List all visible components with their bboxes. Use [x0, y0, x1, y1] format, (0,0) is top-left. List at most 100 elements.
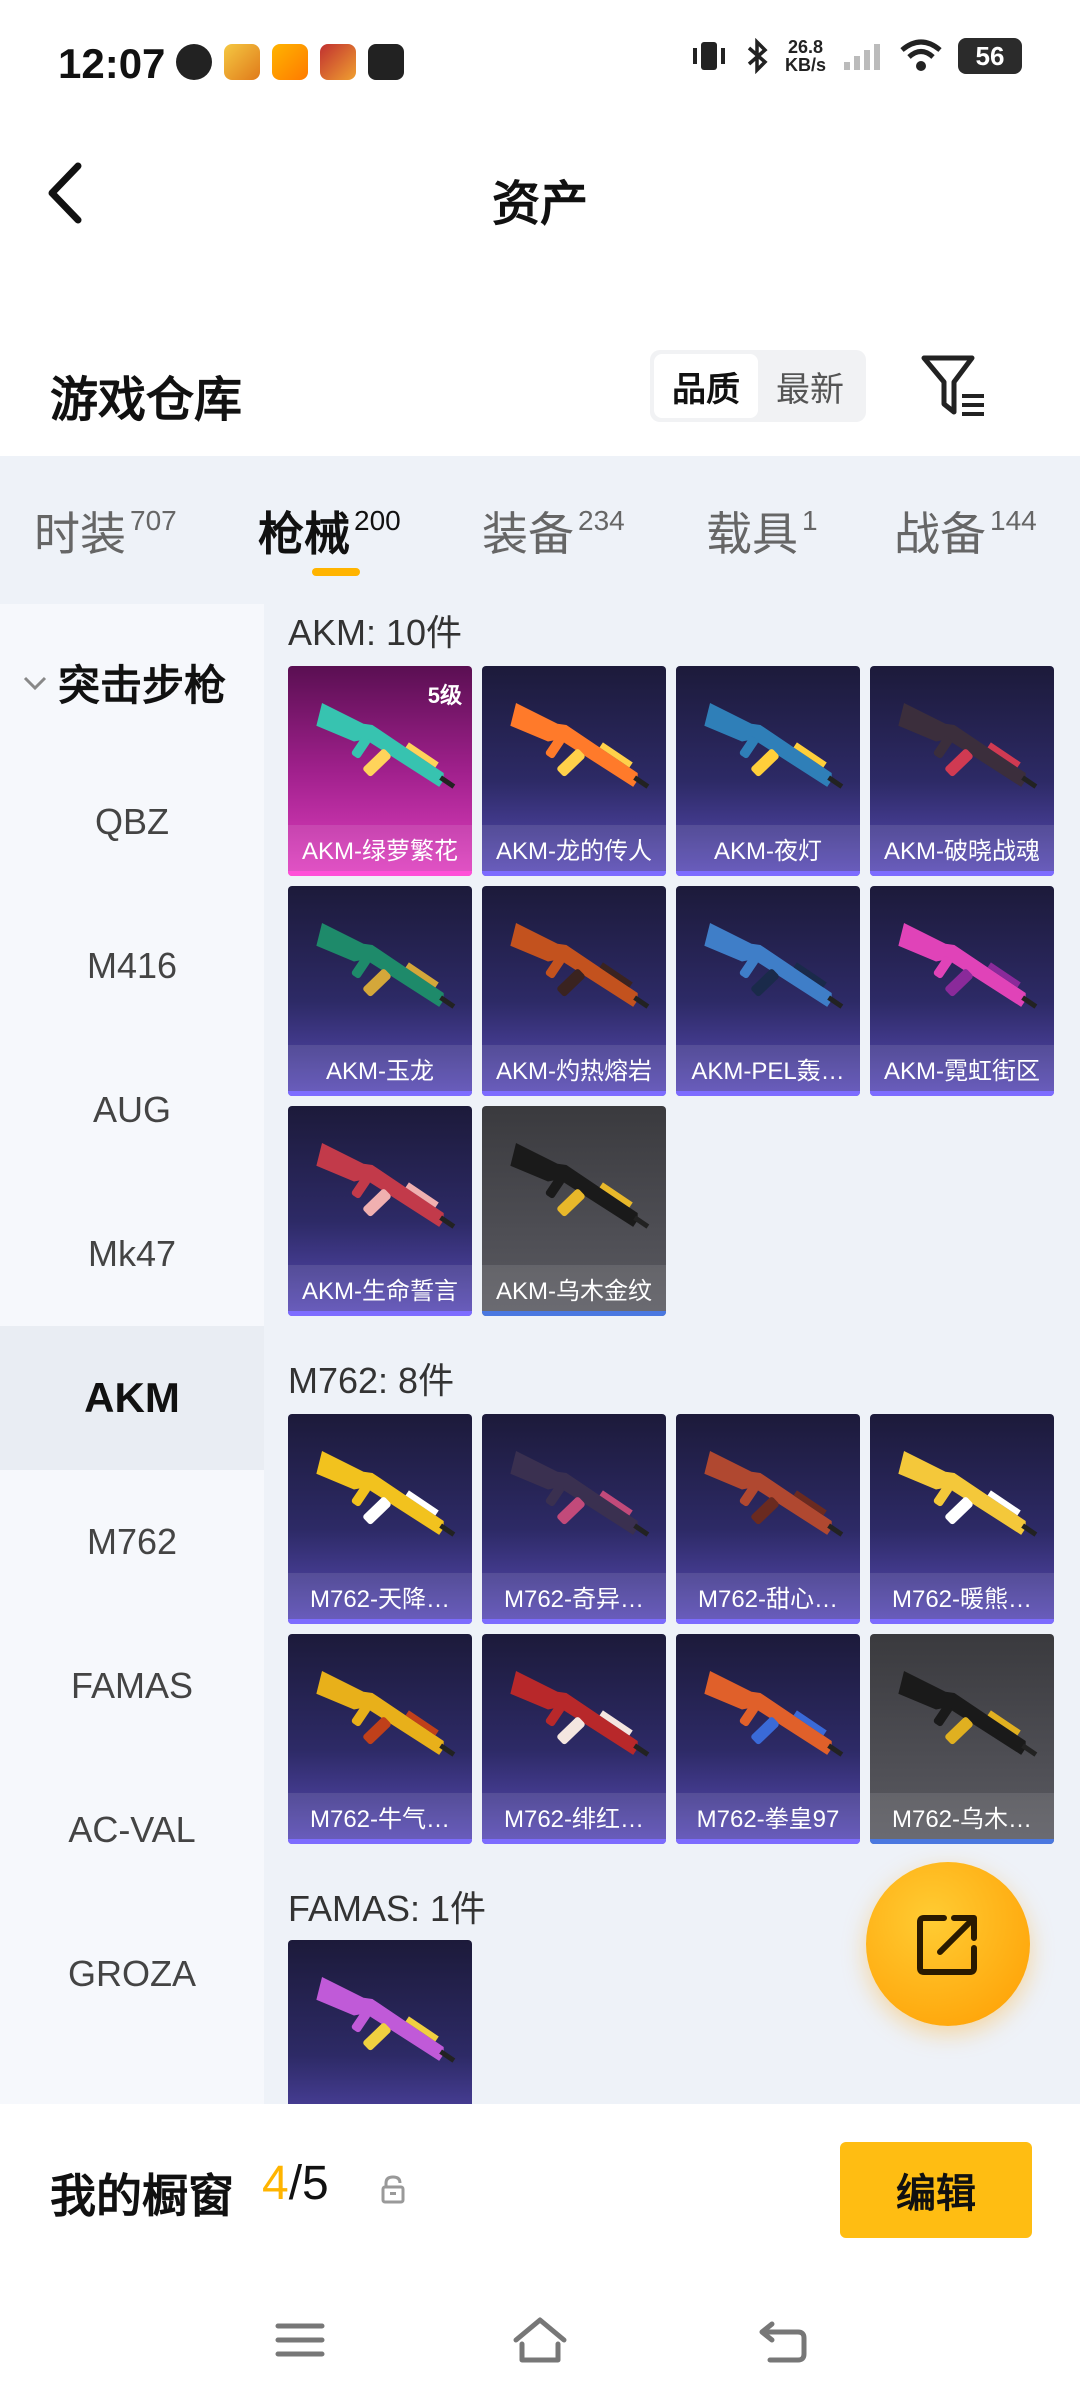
network-speed: 26.8 KB/s: [784, 37, 826, 75]
weapon-skin-card[interactable]: M762-天降…: [288, 1414, 472, 1624]
group-title: FAMAS: 1件: [288, 1888, 487, 1929]
sidebar-item-famas[interactable]: FAMAS: [0, 1614, 264, 1758]
weapon-skin-image: [898, 703, 1038, 789]
weapon-skin-card[interactable]: [288, 1940, 472, 2104]
status-bar: 12:07 26.8 KB/s 56: [0, 0, 1080, 110]
tab-supplies[interactable]: 战备 144: [894, 498, 1037, 564]
game-app-icon: [272, 44, 308, 80]
weapon-skin-card[interactable]: AKM-破晓战魂: [870, 666, 1054, 876]
skin-name-label: AKM-玉龙: [288, 1045, 472, 1091]
weapon-skin-image: [316, 1451, 456, 1537]
skin-name-label: AKM-破晓战魂: [870, 825, 1054, 871]
page-title: 资产: [491, 178, 588, 231]
weapon-skin-card[interactable]: M762-拳皇97: [676, 1634, 860, 1844]
weapon-skin-card[interactable]: M762-绯红…: [482, 1634, 666, 1844]
weapon-skin-image: [704, 1451, 844, 1537]
weapon-skin-card[interactable]: M762-暖熊…: [870, 1414, 1054, 1624]
tab-fashion[interactable]: 时装 707: [34, 498, 177, 564]
share-button[interactable]: [866, 1862, 1030, 2026]
weapon-skin-card[interactable]: AKM-灼热熔岩: [482, 886, 666, 1096]
weapon-type-sidebar: 突击步枪 QBZ M416 AUG Mk47 AKM M762 FAMAS AC…: [0, 604, 264, 2104]
skin-name-label: AKM-乌木金纹: [482, 1265, 666, 1311]
sidebar-item-m762[interactable]: M762: [0, 1470, 264, 1614]
weapon-skin-image: [704, 703, 844, 789]
lock-icon: [381, 2175, 405, 2204]
app-notification-icon: [176, 44, 212, 80]
group-title: M762: 8件: [288, 1360, 455, 1401]
skin-name-label: AKM-夜灯: [676, 825, 860, 871]
sidebar-category-assault-rifles[interactable]: 突击步枪: [20, 652, 226, 713]
weapon-skin-card[interactable]: 5级 AKM-绿萝繁花: [288, 666, 472, 876]
skin-name-label: M762-拳皇97: [676, 1793, 860, 1839]
weapon-skin-card[interactable]: AKM-夜灯: [676, 666, 860, 876]
game-app-icon: [224, 44, 260, 80]
weapon-skin-card[interactable]: AKM-玉龙: [288, 886, 472, 1096]
weapon-skin-card[interactable]: AKM-龙的传人: [482, 666, 666, 876]
skin-name-label: M762-甜心…: [676, 1573, 860, 1619]
skin-name-label: M762-绯红…: [482, 1793, 666, 1839]
group-title: AKM: 10件: [288, 612, 463, 653]
edit-button[interactable]: 编辑: [840, 2142, 1032, 2238]
weapon-skin-image: [316, 1143, 456, 1229]
filter-icon[interactable]: [918, 350, 988, 422]
sort-toggle: 品质 最新: [650, 350, 866, 422]
skin-name-label: M762-暖熊…: [870, 1573, 1054, 1619]
skin-name-label: AKM-PEL轰…: [676, 1045, 860, 1091]
sidebar-item-aug[interactable]: AUG: [0, 1038, 264, 1182]
sidebar-item-mk47[interactable]: Mk47: [0, 1182, 264, 1326]
skin-name-label: M762-奇异…: [482, 1573, 666, 1619]
sort-option-quality[interactable]: 品质: [654, 354, 758, 418]
weapon-skin-card[interactable]: AKM-PEL轰…: [676, 886, 860, 1096]
menu-icon[interactable]: [270, 2310, 330, 2370]
skin-name-label: AKM-绿萝繁花: [288, 825, 472, 871]
weapon-skin-card[interactable]: AKM-生命誓言: [288, 1106, 472, 1316]
sidebar-item-qbz[interactable]: QBZ: [0, 750, 264, 894]
weapon-skin-card[interactable]: M762-甜心…: [676, 1414, 860, 1624]
system-nav-bar: [0, 2284, 1080, 2400]
wifi-icon: [900, 39, 942, 71]
weapon-skin-image: [510, 923, 650, 1009]
weapon-skin-image: [704, 923, 844, 1009]
weapon-skin-card[interactable]: M762-牛气…: [288, 1634, 472, 1844]
weapon-skin-card[interactable]: M762-奇异…: [482, 1414, 666, 1624]
app-notification-icon: [368, 44, 404, 80]
weapon-skin-image: [510, 1451, 650, 1537]
game-app-icon: [320, 44, 356, 80]
home-icon[interactable]: [510, 2310, 570, 2370]
showcase-bar: 我的橱窗 4/5 编辑: [0, 2104, 1080, 2284]
sidebar-item-m416[interactable]: M416: [0, 894, 264, 1038]
tab-vehicles[interactable]: 载具 1: [706, 498, 818, 564]
skin-level-badge: 5级: [427, 683, 462, 708]
weapon-skin-image: [316, 923, 456, 1009]
chevron-down-icon: [23, 676, 47, 690]
weapon-skin-image: [898, 1671, 1038, 1757]
tab-firearms[interactable]: 枪械 200: [258, 498, 401, 564]
cellular-signal-icon: [844, 44, 880, 70]
skin-name-label: M762-乌木…: [870, 1793, 1054, 1839]
weapon-skin-image: [316, 1977, 456, 2063]
weapon-skin-image: [510, 1671, 650, 1757]
weapon-skin-image: [898, 1451, 1038, 1537]
weapon-skin-image: [510, 703, 650, 789]
battery-indicator: 56: [958, 38, 1022, 74]
back-nav-icon[interactable]: [752, 2310, 812, 2370]
weapon-skin-card[interactable]: AKM-乌木金纹: [482, 1106, 666, 1316]
weapon-skin-card[interactable]: M762-乌木…: [870, 1634, 1054, 1844]
weapon-skin-card[interactable]: AKM-霓虹街区: [870, 886, 1054, 1096]
notification-icons: [176, 44, 404, 80]
sidebar-item-ac-val[interactable]: AC-VAL: [0, 1758, 264, 1902]
share-icon: [917, 1915, 977, 1975]
skin-name-label: AKM-龙的传人: [482, 825, 666, 871]
page-header: 资产: [0, 130, 1080, 250]
weapon-skin-image: [704, 1671, 844, 1757]
skin-name-label: M762-天降…: [288, 1573, 472, 1619]
tab-equipment[interactable]: 装备 234: [482, 498, 625, 564]
category-tabs: 时装 707 枪械 200 装备 234 载具 1 战备 144: [0, 456, 1080, 604]
weapon-skin-image: [510, 1143, 650, 1229]
status-time: 12:07: [58, 40, 166, 87]
sidebar-item-groza[interactable]: GROZA: [0, 1902, 264, 2046]
sort-option-newest[interactable]: 最新: [758, 354, 862, 418]
sidebar-item-akm[interactable]: AKM: [0, 1326, 264, 1470]
weapon-skin-image: [316, 1671, 456, 1757]
active-tab-indicator: [312, 568, 360, 576]
